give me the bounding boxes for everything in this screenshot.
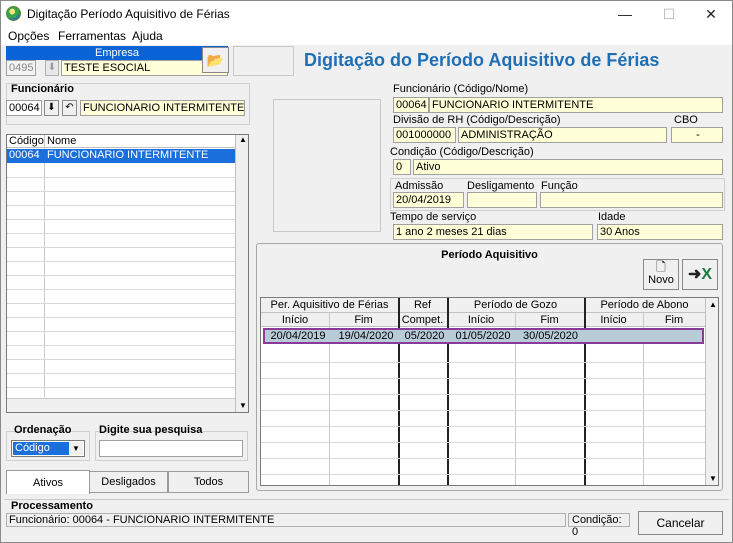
subheader-fim-abono: Fim bbox=[664, 314, 684, 326]
cell-fim-aquisitivo: 19/04/2020 bbox=[338, 330, 394, 342]
funcionario-detail-label: Funcionário (Código/Nome) bbox=[393, 83, 529, 95]
open-folder-button[interactable]: 📂 bbox=[202, 47, 229, 73]
cancel-button[interactable]: Cancelar bbox=[638, 511, 723, 535]
funcionario-undo-button[interactable]: ↶ bbox=[62, 100, 77, 116]
status-text: Funcionário: 00064 - FUNCIONARIO INTERMI… bbox=[6, 513, 566, 527]
tempo-servico-value: 1 ano 2 meses 21 dias bbox=[393, 224, 593, 240]
condicao-status: Condição: 0 bbox=[568, 513, 630, 538]
menu-ferramentas[interactable]: Ferramentas bbox=[58, 29, 126, 43]
cell-compet: 05/2020 bbox=[404, 330, 445, 342]
cbo-label: CBO bbox=[674, 114, 698, 126]
subheader-compet: Compet. bbox=[401, 314, 444, 326]
table-row[interactable]: 20/04/2019 19/04/2020 05/2020 01/05/2020… bbox=[263, 328, 704, 344]
minimize-icon[interactable]: — bbox=[605, 3, 645, 25]
employee-list-scrollbar[interactable]: ▲ ▼ bbox=[235, 135, 248, 412]
new-document-icon: 🗋 bbox=[656, 260, 666, 274]
subheader-inicio-abono: Início bbox=[600, 314, 627, 326]
tab-todos[interactable]: Todos bbox=[168, 471, 249, 493]
app-icon bbox=[6, 6, 21, 21]
ordenacao-select[interactable]: Código ▼ bbox=[11, 440, 85, 457]
empresa-code-field[interactable]: 0495 bbox=[6, 60, 36, 76]
search-input[interactable] bbox=[99, 440, 243, 457]
list-item-name: FUNCIONARIO INTERMITENTE bbox=[47, 149, 209, 161]
scroll-up-icon[interactable]: ▲ bbox=[709, 300, 717, 309]
divisao-desc: ADMINISTRAÇÃO bbox=[458, 127, 667, 143]
divisao-label: Divisão de RH (Código/Descrição) bbox=[393, 114, 561, 126]
maximize-icon[interactable]: ☐ bbox=[649, 3, 689, 25]
employee-list: Código Nome 00064 FUNCIONARIO INTERMITEN… bbox=[6, 134, 249, 413]
funcao-label: Função bbox=[541, 180, 578, 192]
desligamento-label: Desligamento bbox=[467, 180, 535, 192]
list-item-code: 00064 bbox=[9, 149, 40, 161]
scroll-down-icon[interactable]: ▼ bbox=[239, 401, 247, 410]
idade-label: Idade bbox=[598, 211, 626, 223]
cbo-value: - bbox=[671, 127, 723, 143]
condicao-code: 0 bbox=[393, 159, 411, 175]
subheader-fim-aquisitivo: Fim bbox=[354, 314, 373, 326]
scroll-up-icon[interactable]: ▲ bbox=[239, 135, 247, 144]
cell-inicio-aquisitivo: 20/04/2019 bbox=[270, 330, 326, 342]
list-item[interactable]: 00064 FUNCIONARIO INTERMITENTE bbox=[7, 149, 235, 163]
header-per-aquisitivo: Per. Aquisitivo de Férias bbox=[270, 299, 389, 311]
title-bar: Digitação Período Aquisitivo de Férias —… bbox=[1, 1, 732, 27]
employee-list-hscroll[interactable] bbox=[7, 398, 235, 412]
page-title: Digitação do Período Aquisitivo de Féria… bbox=[304, 50, 660, 70]
subheader-inicio-gozo: Início bbox=[467, 314, 495, 326]
menu-ajuda[interactable]: Ajuda bbox=[132, 29, 163, 43]
subheader-fim-gozo: Fim bbox=[540, 314, 559, 326]
header-ref: Ref bbox=[413, 299, 432, 311]
admissao-value: 20/04/2019 bbox=[393, 192, 464, 208]
employee-list-header: Código Nome bbox=[7, 135, 235, 148]
funcionario-filter-label: Funcionário bbox=[11, 83, 74, 95]
periodo-grid-scrollbar[interactable]: ▲ ▼ bbox=[705, 298, 718, 485]
empresa-spacer-box bbox=[233, 46, 294, 76]
ordenacao-label: Ordenação bbox=[14, 424, 72, 436]
cell-fim-gozo: 30/05/2020 bbox=[522, 330, 579, 342]
scroll-down-icon[interactable]: ▼ bbox=[709, 474, 717, 483]
funcionario-lookup-button[interactable]: ⬇ bbox=[44, 100, 59, 116]
export-excel-button[interactable]: ➜X bbox=[682, 259, 718, 290]
processamento-label: Processamento bbox=[11, 500, 93, 512]
funcao-value bbox=[540, 192, 723, 208]
header-periodo-gozo: Período de Gozo bbox=[473, 299, 558, 311]
admissao-label: Admissão bbox=[395, 180, 444, 192]
cell-inicio-gozo: 01/05/2020 bbox=[455, 330, 511, 342]
empresa-lookup-icon[interactable]: ⬇ bbox=[45, 60, 59, 76]
periodo-grid: Per. Aquisitivo de Férias Ref Período de… bbox=[260, 297, 719, 486]
periodo-group-header: Per. Aquisitivo de Férias Ref Período de… bbox=[261, 298, 705, 313]
novo-label: Novo bbox=[648, 274, 674, 286]
col-header-codigo[interactable]: Código bbox=[9, 135, 44, 147]
condicao-desc: Ativo bbox=[413, 159, 723, 175]
arrow-down-icon: ⬇ bbox=[47, 102, 56, 113]
condicao-label: Condição (Código/Descrição) bbox=[390, 146, 534, 158]
tab-desligados[interactable]: Desligados bbox=[89, 471, 168, 493]
ordenacao-selected: Código bbox=[13, 442, 69, 455]
col-header-nome[interactable]: Nome bbox=[47, 135, 76, 147]
chevron-down-icon[interactable]: ▼ bbox=[69, 442, 83, 455]
tempo-servico-label: Tempo de serviço bbox=[390, 211, 477, 223]
novo-button[interactable]: 🗋 Novo bbox=[643, 259, 679, 290]
empresa-header: Empresa bbox=[6, 46, 228, 60]
undo-icon: ↶ bbox=[65, 102, 74, 113]
menu-bar: Opções Ferramentas Ajuda bbox=[1, 27, 732, 45]
funcionario-name-field[interactable]: FUNCIONARIO INTERMITENTE bbox=[80, 100, 245, 116]
window-title: Digitação Período Aquisitivo de Férias bbox=[27, 7, 230, 21]
employee-photo bbox=[273, 99, 381, 232]
funcionario-detail-name: FUNCIONARIO INTERMITENTE bbox=[429, 97, 723, 113]
pesquisa-label: Digite sua pesquisa bbox=[99, 424, 203, 436]
tab-ativos[interactable]: Ativos bbox=[6, 470, 90, 494]
funcionario-detail-code: 00064 bbox=[393, 97, 429, 113]
funcionario-code-field[interactable]: 00064 bbox=[6, 100, 42, 116]
divisao-code: 001000000 bbox=[393, 127, 456, 143]
desligamento-value bbox=[467, 192, 537, 208]
periodo-sub-header: Início Fim Compet. Início Fim Início Fim bbox=[261, 313, 705, 327]
header-periodo-abono: Período de Abono bbox=[600, 299, 689, 311]
main-window: Digitação Período Aquisitivo de Férias —… bbox=[0, 0, 733, 543]
folder-open-icon: 📂 bbox=[206, 52, 225, 68]
excel-export-icon: ➜X bbox=[687, 266, 713, 283]
subheader-inicio-aquisitivo: Início bbox=[281, 314, 309, 326]
close-icon[interactable]: ✕ bbox=[691, 3, 731, 25]
menu-opcoes[interactable]: Opções bbox=[8, 29, 49, 43]
idade-value: 30 Anos bbox=[597, 224, 723, 240]
